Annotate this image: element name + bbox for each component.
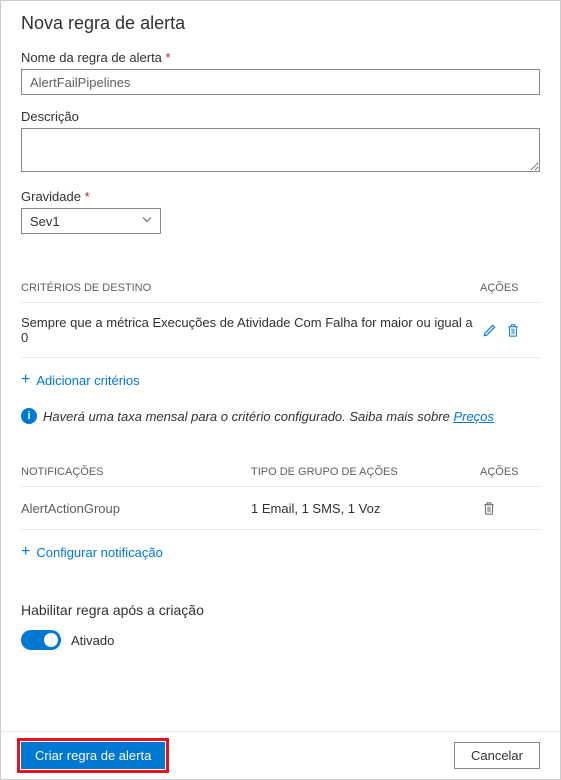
- notif-header-actions: AÇÕES: [480, 458, 540, 486]
- notification-row: AlertActionGroup 1 Email, 1 SMS, 1 Voz: [21, 487, 540, 530]
- toggle-knob: [44, 633, 58, 647]
- alert-name-input[interactable]: [21, 69, 540, 95]
- notif-header-name: NOTIFICAÇÕES: [21, 458, 251, 486]
- enable-toggle-label: Ativado: [71, 633, 114, 648]
- alert-name-label: Nome da regra de alerta: [21, 50, 540, 65]
- criteria-row: Sempre que a métrica Execuções de Ativid…: [21, 303, 540, 358]
- description-textarea[interactable]: [21, 128, 540, 172]
- panel-title: Nova regra de alerta: [21, 13, 540, 34]
- add-criteria-button[interactable]: + Adicionar critérios: [21, 358, 540, 402]
- enable-rule-title: Habilitar regra após a criação: [21, 602, 540, 618]
- notification-type: 1 Email, 1 SMS, 1 Voz: [251, 501, 480, 516]
- criteria-header: CRITÉRIOS DE DESTINO: [21, 274, 480, 302]
- info-icon: i: [21, 408, 37, 424]
- severity-select[interactable]: Sev1: [21, 208, 161, 234]
- enable-toggle[interactable]: [21, 630, 61, 650]
- delete-icon[interactable]: [480, 499, 498, 517]
- notification-name: AlertActionGroup: [21, 501, 251, 516]
- severity-label: Gravidade: [21, 189, 540, 204]
- description-label: Descrição: [21, 109, 540, 124]
- configure-notification-button[interactable]: + Configurar notificação: [21, 530, 540, 574]
- notif-header-type: TIPO DE GRUPO DE AÇÕES: [251, 458, 480, 486]
- pricing-link[interactable]: Preços: [453, 409, 493, 424]
- criteria-actions-header: AÇÕES: [480, 274, 540, 302]
- delete-icon[interactable]: [504, 321, 522, 339]
- cancel-button[interactable]: Cancelar: [454, 742, 540, 769]
- plus-icon: +: [21, 372, 30, 388]
- plus-icon: +: [21, 544, 30, 560]
- footer: Criar regra de alerta Cancelar: [1, 731, 560, 779]
- configure-notification-label: Configurar notificação: [36, 545, 162, 560]
- add-criteria-label: Adicionar critérios: [36, 373, 139, 388]
- edit-icon[interactable]: [480, 321, 498, 339]
- criteria-text: Sempre que a métrica Execuções de Ativid…: [21, 315, 480, 345]
- pricing-info-text: Haverá uma taxa mensal para o critério c…: [43, 409, 494, 424]
- create-alert-button[interactable]: Criar regra de alerta: [21, 742, 165, 769]
